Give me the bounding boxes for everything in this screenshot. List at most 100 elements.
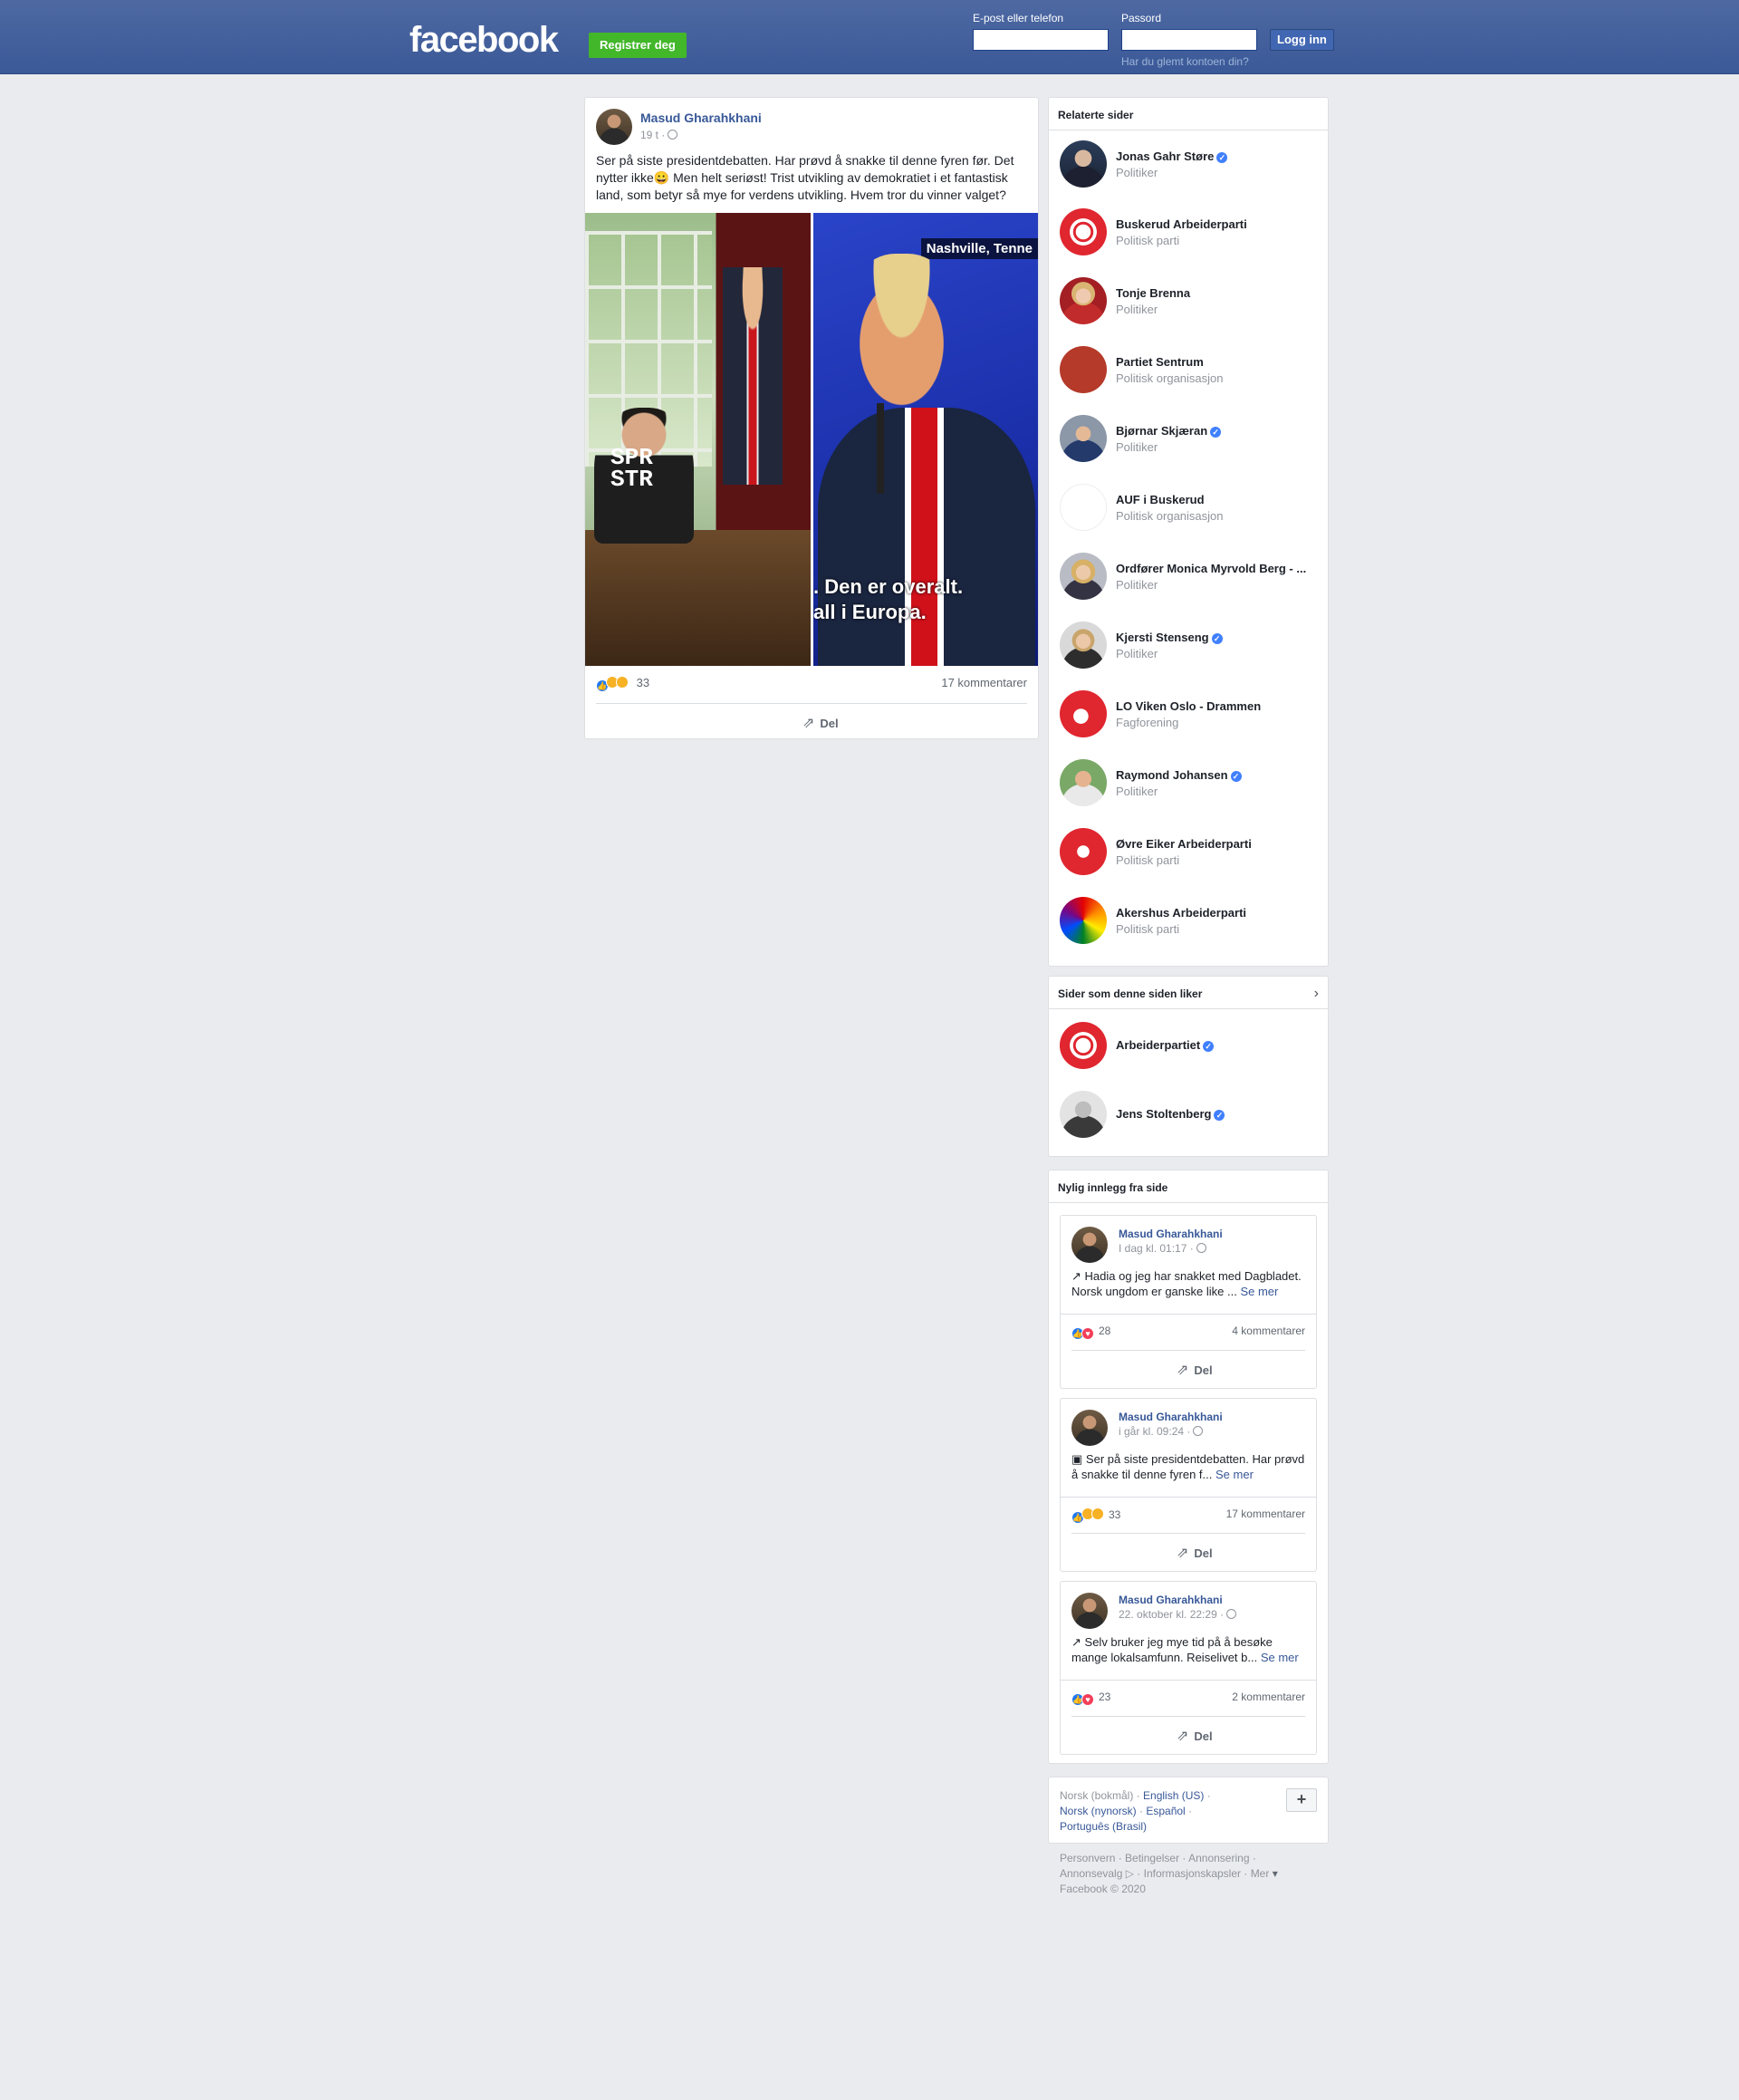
related-page-name[interactable]: Raymond Johansen ✓ bbox=[1116, 768, 1242, 782]
current-language: Norsk (bokmål) · bbox=[1060, 1789, 1140, 1802]
recent-post-time[interactable]: 22. oktober kl. 22:29 · bbox=[1119, 1608, 1224, 1621]
language-link[interactable]: Português (Brasil) bbox=[1060, 1820, 1147, 1833]
related-page-name[interactable]: Akershus Arbeiderparti bbox=[1116, 906, 1246, 920]
liked-page-item[interactable]: Jens Stoltenberg ✓ bbox=[1060, 1091, 1322, 1142]
related-page-name[interactable]: Øvre Eiker Arbeiderparti bbox=[1116, 837, 1252, 851]
page-avatar[interactable] bbox=[1060, 690, 1107, 737]
comment-count[interactable]: 17 kommentarer bbox=[941, 676, 1027, 689]
recent-post-author[interactable]: Masud Gharahkhani bbox=[1119, 1411, 1223, 1423]
related-page-name[interactable]: LO Viken Oslo - Drammen bbox=[1116, 699, 1261, 713]
page-avatar[interactable] bbox=[1060, 553, 1107, 600]
post-image-right[interactable]: Nashville, Tenne . Den er overalt. all i… bbox=[813, 213, 1038, 666]
related-page-name[interactable]: Kjersti Stenseng ✓ bbox=[1116, 631, 1223, 644]
post-images[interactable]: SPR STR Nashville, Tenne . Den er overal… bbox=[585, 213, 1038, 666]
related-page-item[interactable]: Bjørnar Skjæran ✓ Politiker bbox=[1060, 415, 1322, 466]
comment-count[interactable]: 4 kommentarer bbox=[1232, 1325, 1305, 1337]
post-time[interactable]: 19 t · bbox=[640, 129, 665, 141]
related-page-item[interactable]: AUF i Buskerud Politisk organisasjon bbox=[1060, 484, 1322, 535]
related-page-item[interactable]: Kjersti Stenseng ✓ Politiker bbox=[1060, 621, 1322, 672]
related-page-item[interactable]: Akershus Arbeiderparti Politisk parti bbox=[1060, 897, 1322, 948]
related-page-item[interactable]: Partiet Sentrum Politisk organisasjon bbox=[1060, 346, 1322, 397]
author-avatar[interactable] bbox=[1071, 1410, 1108, 1446]
liked-page-name[interactable]: Jens Stoltenberg ✓ bbox=[1116, 1107, 1225, 1121]
related-page-item[interactable]: Øvre Eiker Arbeiderparti Politisk parti bbox=[1060, 828, 1322, 879]
love-reaction-icon: ♥ bbox=[1081, 1327, 1094, 1340]
see-more-link[interactable]: Se mer bbox=[1215, 1468, 1254, 1481]
chevron-right-icon[interactable]: › bbox=[1314, 986, 1319, 1002]
related-page-name[interactable]: Bjørnar Skjæran ✓ bbox=[1116, 424, 1222, 438]
related-page-name[interactable]: Partiet Sentrum bbox=[1116, 355, 1204, 369]
password-input[interactable] bbox=[1121, 29, 1257, 51]
wow-reaction-icon bbox=[616, 676, 629, 689]
related-page-item[interactable]: Buskerud Arbeiderparti Politisk parti bbox=[1060, 208, 1322, 259]
related-page-name[interactable]: Tonje Brenna bbox=[1116, 286, 1190, 300]
reactions[interactable]: 👍 ♥ 28 bbox=[1071, 1325, 1110, 1340]
share-button[interactable]: ⇗ Del bbox=[802, 714, 839, 732]
related-page-name[interactable]: Jonas Gahr Støre ✓ bbox=[1116, 149, 1228, 163]
reactions[interactable]: 👍 ♥ 23 bbox=[1071, 1691, 1110, 1706]
register-button[interactable]: Registrer deg bbox=[589, 33, 687, 58]
related-page-name[interactable]: AUF i Buskerud bbox=[1116, 493, 1205, 506]
page-avatar[interactable] bbox=[1060, 346, 1107, 393]
recent-post-time[interactable]: I dag kl. 01:17 · bbox=[1119, 1242, 1194, 1255]
page-avatar[interactable] bbox=[1060, 828, 1107, 875]
related-page-name[interactable]: Ordfører Monica Myrvold Berg - ... bbox=[1116, 562, 1306, 575]
footer-link[interactable]: Personvern bbox=[1060, 1852, 1115, 1864]
page-avatar[interactable] bbox=[1060, 140, 1107, 188]
liked-page-item[interactable]: Arbeiderpartiet ✓ bbox=[1060, 1022, 1322, 1073]
footer-link[interactable]: Annonsering bbox=[1188, 1852, 1249, 1864]
page-avatar[interactable] bbox=[1060, 208, 1107, 255]
share-button[interactable]: ⇗ Del bbox=[1177, 1727, 1213, 1745]
page-avatar[interactable] bbox=[1060, 621, 1107, 669]
author-avatar[interactable] bbox=[1071, 1227, 1108, 1263]
share-label: Del bbox=[820, 717, 839, 730]
share-icon: ⇗ bbox=[802, 716, 815, 731]
related-page-item[interactable]: Tonje Brenna Politiker bbox=[1060, 277, 1322, 328]
post-image-left[interactable]: SPR STR bbox=[585, 213, 811, 666]
see-more-link[interactable]: Se mer bbox=[1240, 1285, 1278, 1298]
related-page-category: Politisk parti bbox=[1116, 234, 1180, 247]
page-avatar[interactable] bbox=[1060, 484, 1107, 531]
facebook-logo[interactable]: facebook bbox=[409, 20, 559, 61]
language-link[interactable]: Norsk (nynorsk) bbox=[1060, 1805, 1137, 1817]
page-avatar[interactable] bbox=[1060, 1022, 1107, 1069]
recent-post-author[interactable]: Masud Gharahkhani bbox=[1119, 1228, 1223, 1240]
language-link[interactable]: English (US) bbox=[1143, 1789, 1204, 1802]
post-author[interactable]: Masud Gharahkhani bbox=[640, 111, 762, 125]
reactions[interactable]: 👍 33 bbox=[596, 676, 649, 692]
liked-pages-title[interactable]: Sider som denne siden liker bbox=[1049, 977, 1328, 1009]
recent-post-time[interactable]: i går kl. 09:24 · bbox=[1119, 1425, 1190, 1438]
footer-link[interactable]: Annonsevalg bbox=[1060, 1867, 1122, 1880]
share-button[interactable]: ⇗ Del bbox=[1177, 1544, 1213, 1562]
page-avatar[interactable] bbox=[1060, 759, 1107, 806]
footer-link[interactable]: Betingelser bbox=[1125, 1852, 1179, 1864]
share-button[interactable]: ⇗ Del bbox=[1177, 1361, 1213, 1379]
comment-count[interactable]: 17 kommentarer bbox=[1226, 1508, 1305, 1520]
related-page-name[interactable]: Buskerud Arbeiderparti bbox=[1116, 217, 1247, 231]
author-avatar[interactable] bbox=[596, 109, 632, 145]
see-more-link[interactable]: Se mer bbox=[1261, 1651, 1299, 1664]
comment-count[interactable]: 2 kommentarer bbox=[1232, 1691, 1305, 1703]
email-input[interactable] bbox=[973, 29, 1109, 51]
page-avatar[interactable] bbox=[1060, 415, 1107, 462]
footer-link[interactable]: Informasjonskapsler bbox=[1144, 1867, 1241, 1880]
forgot-account-link[interactable]: Har du glemt kontoen din? bbox=[1121, 55, 1249, 68]
related-page-item[interactable]: LO Viken Oslo - Drammen Fagforening bbox=[1060, 690, 1322, 741]
related-page-item[interactable]: Raymond Johansen ✓ Politiker bbox=[1060, 759, 1322, 810]
page-avatar[interactable] bbox=[1060, 897, 1107, 944]
add-language-button[interactable]: + bbox=[1286, 1788, 1317, 1812]
liked-page-name[interactable]: Arbeiderpartiet ✓ bbox=[1116, 1038, 1215, 1052]
page-avatar[interactable] bbox=[1060, 1091, 1107, 1138]
related-page-item[interactable]: Jonas Gahr Støre ✓ Politiker bbox=[1060, 140, 1322, 191]
footer-link[interactable]: Mer bbox=[1251, 1867, 1270, 1880]
author-avatar[interactable] bbox=[1071, 1593, 1108, 1629]
recent-post-author[interactable]: Masud Gharahkhani bbox=[1119, 1594, 1223, 1606]
verified-icon: ✓ bbox=[1216, 152, 1228, 163]
page-avatar[interactable] bbox=[1060, 277, 1107, 324]
share-icon: ⇗ bbox=[1177, 1363, 1189, 1378]
password-label: Passord bbox=[1121, 12, 1162, 24]
login-button[interactable]: Logg inn bbox=[1270, 29, 1334, 51]
language-link[interactable]: Español bbox=[1146, 1805, 1185, 1817]
related-page-item[interactable]: Ordfører Monica Myrvold Berg - ... Politi… bbox=[1060, 553, 1322, 603]
reactions[interactable]: 👍 33 bbox=[1071, 1508, 1120, 1524]
